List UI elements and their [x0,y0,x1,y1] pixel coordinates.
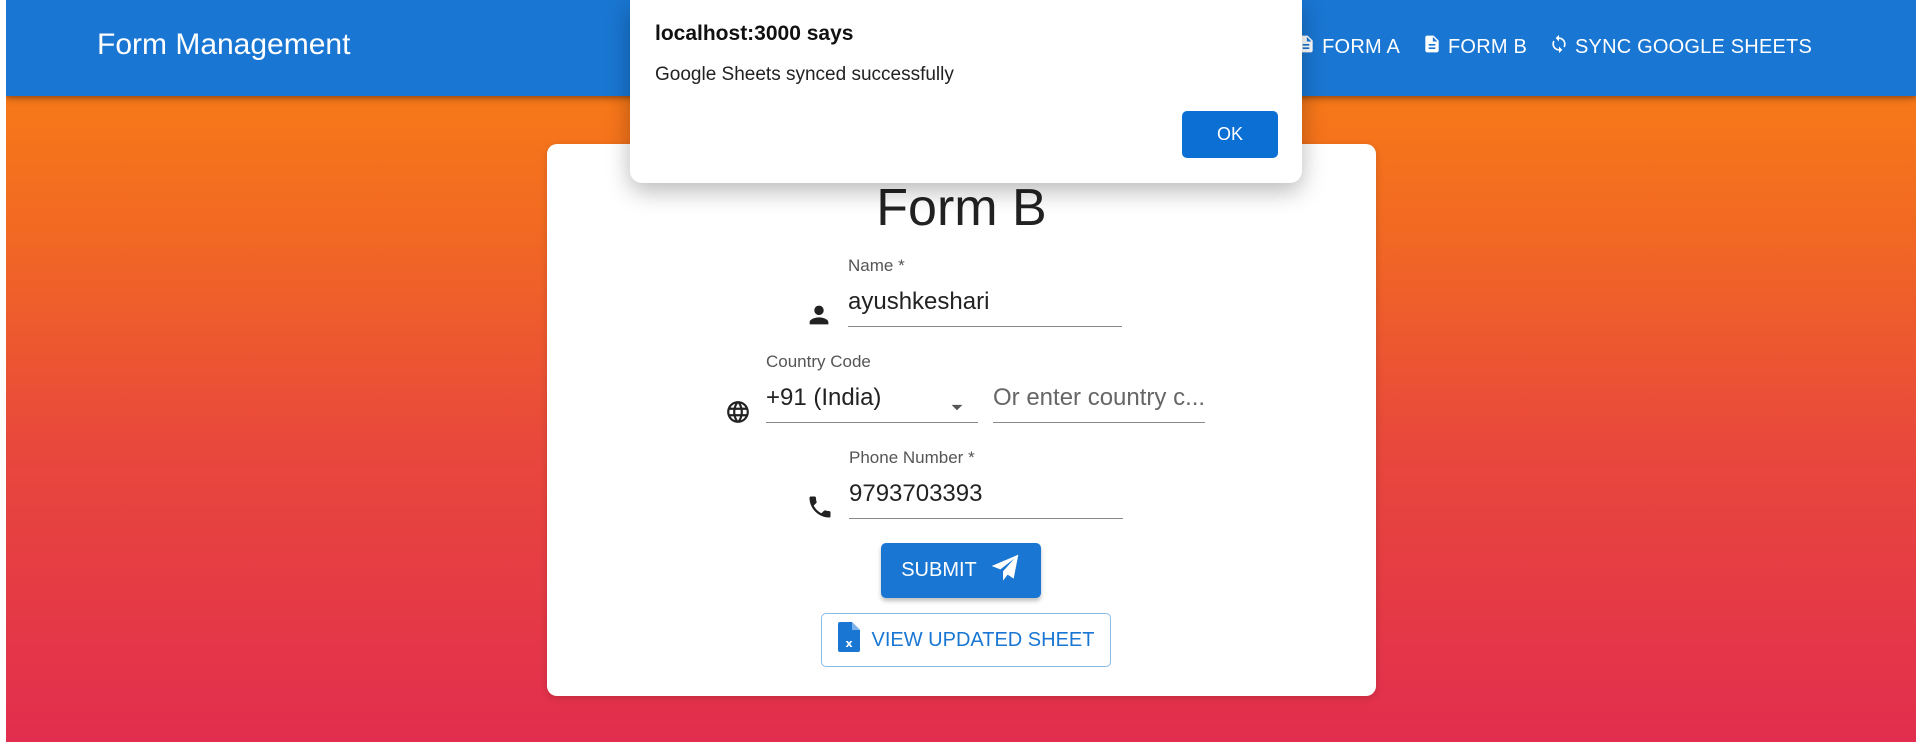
nav-sync-sheets-button[interactable]: SYNC GOOGLE SHEETS [1549,34,1812,60]
person-icon [805,301,833,329]
chevron-down-icon[interactable] [944,394,970,420]
file-icon [1422,34,1442,60]
form-card: Form B Name * ayushkeshari Country Code … [547,144,1376,696]
name-underline [848,326,1122,327]
app-title: Form Management [97,28,351,61]
dialog-ok-button[interactable]: OK [1182,111,1278,158]
dialog-title: localhost:3000 says [655,22,854,45]
nav-form-a-label: FORM A [1322,35,1401,58]
excel-file-icon: x [837,622,860,658]
form-title: Form B [876,179,1047,237]
phone-icon [806,493,834,521]
view-updated-sheet-button[interactable]: x VIEW UPDATED SHEET [821,613,1111,667]
nav-form-a-button[interactable]: FORM A [1296,34,1400,60]
country-code-input[interactable]: Or enter country c... [993,384,1205,412]
phone-underline [849,518,1123,519]
name-field[interactable]: ayushkeshari [848,288,989,316]
name-label: Name * [848,256,905,275]
view-sheet-label: VIEW UPDATED SHEET [871,628,1095,651]
nav-form-b-button[interactable]: FORM B [1422,34,1527,60]
dialog-message: Google Sheets synced successfully [655,64,954,85]
app-frame: Form Management FORM A FORM B SYNC GOOGL… [6,0,1916,742]
alert-dialog: localhost:3000 says Google Sheets synced… [630,0,1302,183]
globe-icon [725,399,751,425]
phone-field[interactable]: 9793703393 [849,480,982,508]
country-code-select[interactable]: +91 (India) [766,384,881,412]
nav-sync-label: SYNC GOOGLE SHEETS [1575,35,1812,58]
submit-label: SUBMIT [901,559,977,581]
svg-text:x: x [845,637,852,650]
nav-form-b-label: FORM B [1448,35,1527,58]
sync-icon [1549,34,1569,60]
country-code-label: Country Code [766,352,871,371]
send-icon [989,552,1021,590]
country-code-input-underline [993,422,1205,423]
country-code-underline [766,422,978,423]
submit-button[interactable]: SUBMIT [881,543,1041,598]
top-nav: FORM A FORM B SYNC GOOGLE SHEETS [1296,34,1812,60]
phone-label: Phone Number * [849,448,975,467]
